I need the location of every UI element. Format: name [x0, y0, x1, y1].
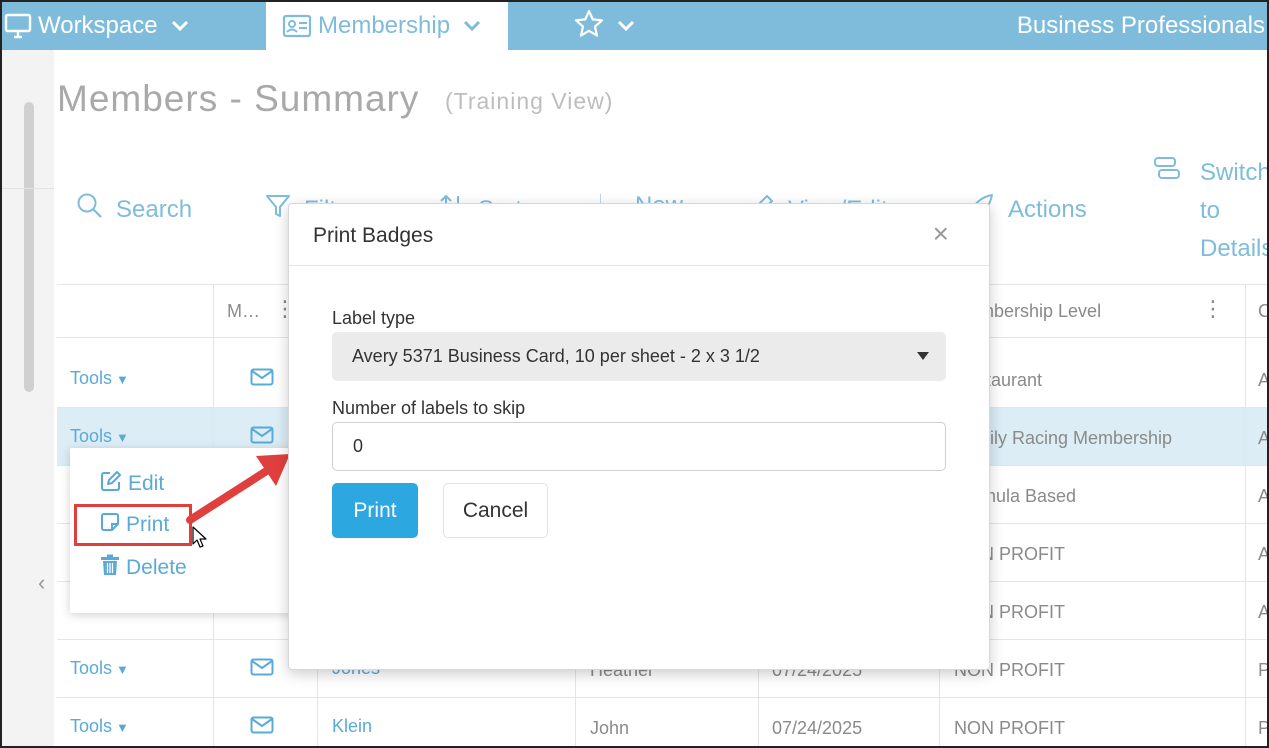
- last-column-cell: A: [1258, 370, 1269, 390]
- tools-dropdown[interactable]: Tools ▼: [70, 368, 129, 389]
- caret-down-icon: ▼: [116, 430, 129, 445]
- last-column-cell: A: [1258, 428, 1269, 448]
- dialog-header: Print Badges ×: [289, 204, 989, 266]
- switch-line-2: to: [1200, 197, 1221, 224]
- tools-dropdown[interactable]: Tools ▼: [70, 426, 129, 447]
- trash-icon: [100, 554, 126, 582]
- labels-to-skip-label: Number of labels to skip: [332, 398, 526, 418]
- tools-label: Tools: [70, 368, 113, 388]
- chevron-down-icon: [616, 19, 636, 33]
- tools-label: Tools: [70, 658, 113, 678]
- label-type-select[interactable]: Avery 5371 Business Card, 10 per sheet -…: [332, 332, 946, 381]
- table-row[interactable]: [57, 698, 1267, 746]
- mail-icon[interactable]: [250, 716, 274, 739]
- workspace-menu[interactable]: Workspace: [4, 2, 190, 50]
- search-button[interactable]: Search: [76, 192, 192, 227]
- edit-icon: [100, 470, 128, 498]
- search-icon: [76, 192, 116, 227]
- menu-item-edit-label: Edit: [128, 472, 165, 495]
- switch-line-1: Switch: [1200, 159, 1269, 186]
- app-window: Workspace Membership Business Profession…: [0, 0, 1269, 748]
- divider: [2, 188, 54, 189]
- close-icon[interactable]: ×: [933, 218, 949, 250]
- caret-down-icon: ▼: [116, 720, 129, 735]
- member-name-link[interactable]: Klein: [332, 716, 372, 737]
- page-subtitle: (Training View): [445, 88, 614, 114]
- membership-label: Membership: [318, 12, 451, 39]
- top-navigation-bar: Workspace Membership Business Profession…: [2, 2, 1267, 50]
- dialog-title: Print Badges: [313, 224, 434, 247]
- label-type-label: Label type: [332, 308, 416, 328]
- left-panel-strip: ‹: [2, 50, 54, 746]
- membership-menu[interactable]: Membership: [266, 2, 508, 50]
- column-divider: [1245, 284, 1246, 746]
- mail-icon[interactable]: [250, 658, 274, 681]
- monitor-icon: [4, 13, 32, 39]
- date-cell: 07/24/2025: [772, 718, 863, 738]
- caret-down-icon: [916, 348, 930, 366]
- star-icon: [574, 9, 604, 44]
- print-button[interactable]: Print: [332, 483, 418, 538]
- last-column-cell: A: [1258, 544, 1269, 564]
- switch-line-3: Details: [1200, 235, 1269, 262]
- workspace-label: Workspace: [38, 12, 158, 39]
- mail-icon[interactable]: [250, 368, 274, 391]
- organization-name: Business Professionals: [1016, 12, 1265, 39]
- id-card-icon: [282, 14, 312, 38]
- first-name-cell: John: [590, 718, 630, 738]
- chevron-down-icon: [170, 19, 190, 33]
- switch-view-icon: [1152, 157, 1182, 190]
- mouse-cursor-icon: [192, 526, 207, 548]
- menu-item-delete-label: Delete: [126, 556, 187, 579]
- print-badges-dialog: Print Badges × Label type Avery 5371 Bus…: [288, 203, 990, 670]
- tools-label: Tools: [70, 716, 113, 736]
- labels-to-skip-input[interactable]: [332, 422, 946, 471]
- tools-dropdown[interactable]: Tools ▼: [70, 716, 129, 737]
- membership-level-cell: NON PROFIT: [954, 718, 1065, 738]
- cancel-button[interactable]: Cancel: [443, 483, 548, 538]
- menu-item-delete[interactable]: Delete: [100, 554, 187, 582]
- print-highlight-box: [74, 504, 192, 546]
- column-header-m[interactable]: M…: [227, 301, 260, 322]
- chevron-left-icon[interactable]: ‹: [38, 570, 45, 596]
- tools-dropdown[interactable]: Tools ▼: [70, 658, 129, 679]
- page-title: Members - Summary: [57, 78, 420, 119]
- column-header-c[interactable]: C: [1258, 301, 1267, 322]
- favorites-menu[interactable]: [574, 2, 636, 50]
- scrollbar-thumb[interactable]: [24, 102, 34, 392]
- annotation-arrow: [186, 454, 290, 524]
- last-column-cell: A: [1258, 486, 1269, 506]
- last-column-cell: A: [1258, 602, 1269, 622]
- search-label: Search: [116, 195, 193, 223]
- menu-item-edit[interactable]: Edit: [100, 470, 164, 498]
- caret-down-icon: ▼: [116, 372, 129, 387]
- actions-label: Actions: [1008, 195, 1087, 223]
- label-type-value: Avery 5371 Business Card, 10 per sheet -…: [352, 346, 760, 366]
- switch-to-details-button[interactable]: Switch to Details: [1152, 154, 1267, 262]
- last-column-cell: P: [1258, 718, 1269, 738]
- caret-down-icon: ▼: [116, 662, 129, 677]
- tools-label: Tools: [70, 426, 113, 446]
- column-menu-icon[interactable]: ⋮: [1202, 296, 1224, 322]
- chevron-down-icon: [462, 19, 482, 33]
- last-column-cell: P: [1258, 660, 1269, 680]
